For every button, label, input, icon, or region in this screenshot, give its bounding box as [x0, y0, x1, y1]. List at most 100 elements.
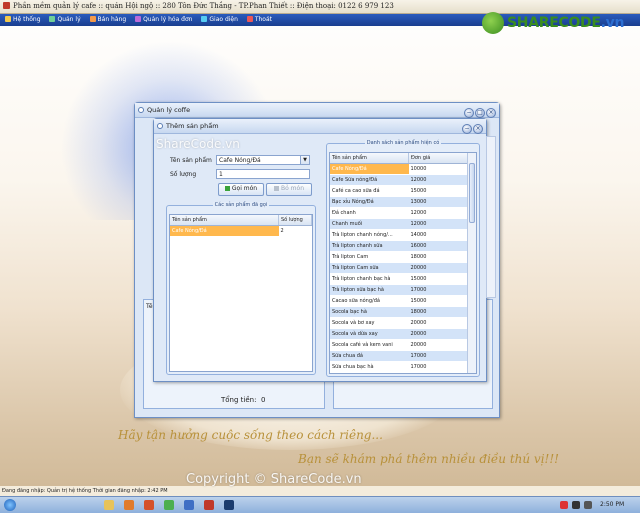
col-product-name[interactable]: Tên sản phẩm	[170, 215, 279, 226]
close-button[interactable]: ×	[486, 108, 496, 118]
outer-scrollbar[interactable]	[486, 136, 496, 298]
unit-price-cell: 10000	[408, 163, 468, 175]
tray-icon[interactable]	[560, 501, 568, 509]
window-icon	[138, 107, 144, 113]
outer-window-titlebar: Quản lý coffe − □ ×	[135, 103, 499, 118]
exit-icon	[246, 16, 253, 22]
table-row[interactable]: Trà lipton chanh nóng/... 14000	[330, 229, 468, 241]
volume-icon[interactable]	[572, 501, 580, 509]
app-icon	[3, 2, 10, 9]
table-row[interactable]: Trà lipton chanh sữa 16000	[330, 240, 468, 252]
explorer-taskbar-icon[interactable]	[104, 500, 114, 510]
unit-price-cell: 16000	[408, 240, 468, 252]
manage-icon	[49, 16, 56, 22]
available-header-row: Tên sản phẩm Đơn giá	[330, 153, 468, 164]
chrome-taskbar-icon[interactable]	[164, 500, 174, 510]
menu-theme[interactable]: Giao diện	[199, 14, 240, 26]
qty-field[interactable]: 1	[216, 169, 310, 179]
firefox-taskbar-icon[interactable]	[144, 500, 154, 510]
ordered-grid[interactable]: Tên sản phẩm Số lượng Cafe Nóng/Đá 2	[169, 214, 313, 372]
product-name-cell: Sữa chua bạc hà	[330, 361, 409, 373]
ordered-header-row: Tên sản phẩm Số lượng	[170, 215, 312, 226]
table-row[interactable]: Trà lipton Cam sữa 20000	[330, 262, 468, 274]
menu-system[interactable]: Hệ thống	[3, 14, 43, 26]
unit-price-cell: 12000	[408, 218, 468, 230]
scrollbar-thumb[interactable]	[469, 163, 475, 223]
outer-window-title: Quản lý coffe	[147, 106, 191, 114]
product-name-cell: Trà lipton Cam sữa	[330, 262, 409, 274]
start-button[interactable]	[4, 499, 16, 511]
dialog-close-button[interactable]: ×	[473, 124, 483, 134]
table-row[interactable]: Socola và dừa xay 20000	[330, 328, 468, 340]
unit-price-cell: 15000	[408, 273, 468, 285]
menu-sales[interactable]: Bán hàng	[88, 14, 129, 26]
table-row[interactable]: Trà lipton Cam 18000	[330, 251, 468, 263]
table-row[interactable]: Trà lipton chanh bạc hà 15000	[330, 273, 468, 285]
unit-price-cell: 17000	[408, 284, 468, 296]
add-icon	[224, 185, 230, 191]
table-row[interactable]: Café ca cao sữa đá 15000	[330, 185, 468, 197]
ordered-cell-qty: 2	[278, 225, 312, 237]
table-row[interactable]: Chanh muối 12000	[330, 218, 468, 230]
order-button[interactable]: Gọi món	[218, 183, 264, 196]
dialog-watermark: ShareCode.vn	[156, 137, 240, 151]
product-name-cell: Trà lipton chanh sữa	[330, 240, 409, 252]
table-row[interactable]: Trà lipton sữa bạc hà 17000	[330, 284, 468, 296]
table-row[interactable]: Socola bạc hà 18000	[330, 306, 468, 318]
remove-button[interactable]: Bỏ món	[266, 183, 312, 196]
product-name-cell: Socola và bơ xay	[330, 317, 409, 329]
app-title: Phần mềm quản lý cafe :: quán Hội ngộ ::…	[13, 2, 394, 10]
minimize-button[interactable]: −	[464, 108, 474, 118]
product-name-cell: Cafe Sữa nóng/Đá	[330, 174, 409, 186]
unit-price-cell: 18000	[408, 306, 468, 318]
status-text: Đang đăng nhập: Quản trị hệ thống Thời g…	[2, 488, 168, 494]
maximize-button[interactable]: □	[475, 108, 485, 118]
product-name-cell: Đá chanh	[330, 207, 409, 219]
table-row[interactable]: Cafe Nóng/Đá 10000	[330, 163, 468, 175]
add-product-dialog: Thêm sản phẩm − × ShareCode.vn Tên sản ph…	[153, 118, 487, 382]
menu-exit[interactable]: Thoát	[245, 14, 274, 26]
menu-manage[interactable]: Quản lý	[47, 14, 82, 26]
table-row[interactable]: Cafe Sữa nóng/Đá 12000	[330, 174, 468, 186]
unit-price-cell: 20000	[408, 317, 468, 329]
table-row[interactable]: Socola và bơ xay 20000	[330, 317, 468, 329]
table-row[interactable]: Đá chanh 12000	[330, 207, 468, 219]
available-grid[interactable]: Tên sản phẩm Đơn giá Cafe Nóng/Đá 10000 Ca…	[329, 152, 477, 374]
unit-price-cell: 14000	[408, 229, 468, 241]
table-row[interactable]: Sữa chua đá 17000	[330, 350, 468, 362]
unit-price-cell: 20000	[408, 339, 468, 351]
product-name-cell: Café ca cao sữa đá	[330, 185, 409, 197]
menu-invoice[interactable]: Quản lý hóa đơn	[133, 14, 194, 26]
photoshop-taskbar-icon[interactable]	[224, 500, 234, 510]
product-select[interactable]: Cafe Nóng/Đá ▼	[216, 155, 310, 165]
product-name-cell: Cafe Nóng/Đá	[330, 163, 409, 175]
logo-mark	[482, 12, 504, 34]
table-row[interactable]: Socola café và kem vani 20000	[330, 339, 468, 351]
poem-line-1: Hãy tận hưởng cuộc sống theo cách riêng.…	[118, 428, 383, 442]
logo-text: SHARECODE.vn	[507, 15, 625, 31]
table-row[interactable]: Cafe Nóng/Đá 2	[170, 225, 312, 237]
product-name-cell: Socola bạc hà	[330, 306, 409, 318]
table-row[interactable]: Sữa chua bạc hà 17000	[330, 361, 468, 373]
app-taskbar-icon[interactable]	[184, 500, 194, 510]
product-name-cell: Trà lipton sữa bạc hà	[330, 284, 409, 296]
table-row[interactable]: Bạc xỉu Nóng/Đá 13000	[330, 196, 468, 208]
product-name-cell: Trà lipton chanh nóng/...	[330, 229, 409, 241]
unit-price-cell: 20000	[408, 262, 468, 274]
network-icon[interactable]	[584, 501, 592, 509]
media-taskbar-icon[interactable]	[124, 500, 134, 510]
product-name-cell: Socola café và kem vani	[330, 339, 409, 351]
dialog-minimize-button[interactable]: −	[462, 124, 472, 134]
unit-price-cell: 13000	[408, 196, 468, 208]
unit-price-cell: 15000	[408, 295, 468, 307]
chevron-down-icon[interactable]: ▼	[300, 156, 309, 164]
ordered-group: Các sản phẩm đã gọi Tên sản phẩm Số lượn…	[166, 202, 316, 375]
table-row[interactable]: Cacao sữa nóng/đá 15000	[330, 295, 468, 307]
col-unit-price[interactable]: Đơn giá	[408, 153, 468, 164]
cafe-app-taskbar-icon[interactable]	[204, 500, 214, 510]
col-product-name[interactable]: Tên sản phẩm	[330, 153, 409, 164]
system-icon	[5, 16, 11, 22]
col-quantity[interactable]: Số lượng	[278, 215, 312, 226]
vertical-scrollbar[interactable]	[467, 153, 476, 373]
total-value: 0	[261, 396, 266, 404]
